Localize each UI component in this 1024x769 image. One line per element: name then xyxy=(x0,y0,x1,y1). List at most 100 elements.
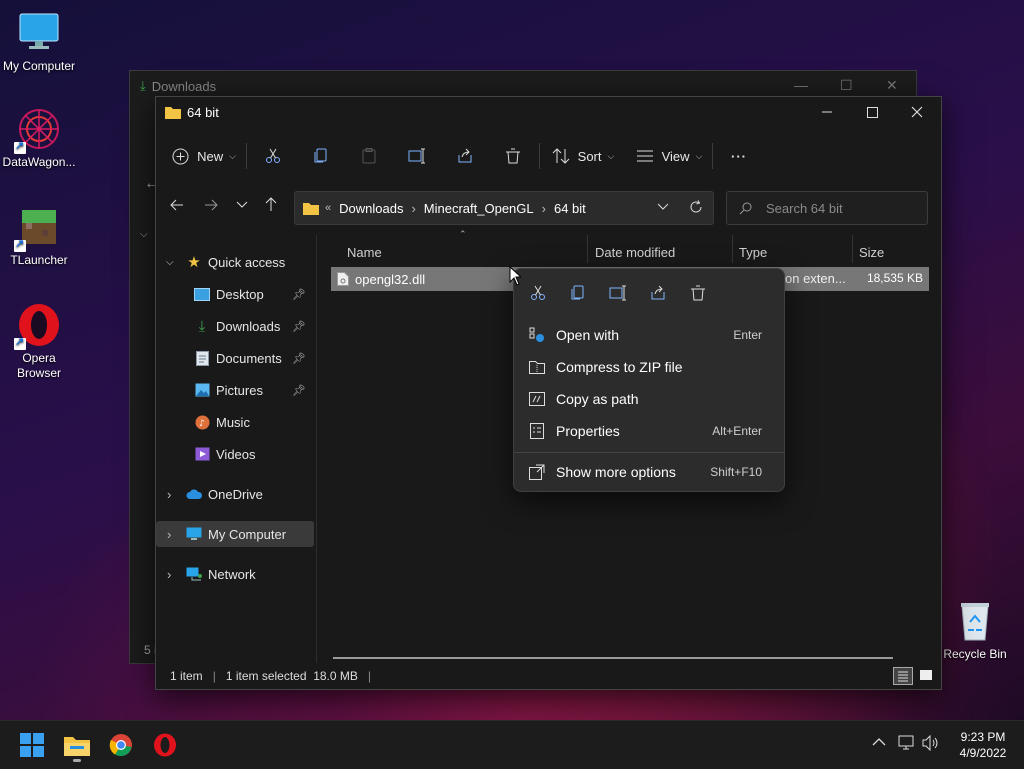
nav-item-label: Pictures xyxy=(216,382,263,398)
search-box[interactable]: Search 64 bit xyxy=(726,191,928,225)
recycle-bin-icon xyxy=(952,598,998,644)
nav-onedrive[interactable]: › OneDrive xyxy=(156,481,314,507)
datawagon-icon xyxy=(14,106,62,154)
column-divider[interactable] xyxy=(852,235,853,263)
windows-logo-icon xyxy=(20,733,44,757)
nav-item-downloads[interactable]: ⤓ Downloads 📌︎ xyxy=(156,313,314,339)
forward-button[interactable] xyxy=(204,198,218,212)
clock[interactable]: 9:23 PM 4/9/2022 xyxy=(948,729,1018,761)
recent-locations-button[interactable] xyxy=(236,200,248,210)
desktop-icon-my-computer[interactable]: My Computer xyxy=(0,10,78,73)
column-header-name[interactable]: Name xyxy=(347,239,382,265)
rename-button[interactable] xyxy=(399,140,435,172)
nav-item-music[interactable]: ♪ Music xyxy=(156,409,314,435)
copy-icon[interactable] xyxy=(566,281,590,305)
column-header-date[interactable]: Date modified xyxy=(595,239,675,265)
nav-item-label: Downloads xyxy=(216,318,281,334)
nav-network-label: Network xyxy=(208,566,256,582)
nav-item-desktop[interactable]: Desktop 📌︎ xyxy=(156,281,314,307)
new-button[interactable]: New ⌵ xyxy=(170,140,238,172)
copy-button[interactable] xyxy=(303,140,339,172)
volume-icon[interactable] xyxy=(922,735,940,751)
videos-icon xyxy=(194,446,210,462)
menu-item-properties[interactable]: Properties Alt+Enter xyxy=(520,416,778,446)
new-label: New xyxy=(197,148,224,164)
sort-button[interactable]: Sort ⌵ xyxy=(548,140,618,172)
trash-icon[interactable] xyxy=(686,281,710,305)
download-icon: ⤓ xyxy=(198,317,206,335)
nav-item-label: Videos xyxy=(216,446,256,462)
paste-button[interactable] xyxy=(351,140,387,172)
view-button[interactable]: View ⌵ xyxy=(634,140,704,172)
column-divider[interactable] xyxy=(587,235,588,263)
maximize-icon[interactable]: ☐ xyxy=(840,77,853,94)
nav-network[interactable]: › Network xyxy=(156,561,314,587)
minimize-button[interactable] xyxy=(804,97,850,127)
close-icon[interactable]: ✕ xyxy=(886,77,898,94)
menu-item-label: Compress to ZIP file xyxy=(556,359,683,375)
search-placeholder: Search 64 bit xyxy=(766,200,843,216)
menu-item-shortcut: Shift+F10 xyxy=(710,465,762,479)
minimize-icon[interactable]: — xyxy=(794,77,808,93)
document-icon xyxy=(194,350,210,366)
sort-ascending-icon: ⌃ xyxy=(459,229,467,239)
nav-my-computer-label: My Computer xyxy=(208,526,287,542)
taskbar-chrome[interactable] xyxy=(105,729,137,761)
nav-quick-access[interactable]: ⌵ ★ Quick access xyxy=(156,249,314,275)
close-button[interactable] xyxy=(894,97,940,127)
chevron-down-icon[interactable]: ⌵ xyxy=(140,229,148,240)
refresh-button[interactable] xyxy=(689,200,703,214)
rename-icon[interactable] xyxy=(606,281,630,305)
breadcrumb-64-bit[interactable]: 64 bit xyxy=(554,201,586,216)
toolbar-divider xyxy=(246,143,247,169)
column-header-size[interactable]: Size xyxy=(859,239,884,265)
column-divider[interactable] xyxy=(732,235,733,263)
nav-item-videos[interactable]: Videos xyxy=(156,441,314,467)
delete-button[interactable] xyxy=(495,140,531,172)
up-button[interactable] xyxy=(264,197,278,212)
more-icon: ··· xyxy=(731,148,747,164)
menu-item-copy-as-path[interactable]: Copy as path xyxy=(520,384,778,414)
desktop-icon-recycle-bin[interactable]: Recycle Bin xyxy=(936,598,1014,661)
chevron-right-icon: › xyxy=(541,200,546,216)
taskbar-opera[interactable] xyxy=(149,729,181,761)
maximize-button[interactable] xyxy=(849,97,895,127)
address-dropdown-button[interactable] xyxy=(657,202,669,212)
back-button[interactable] xyxy=(170,198,184,212)
properties-icon xyxy=(528,422,546,440)
nav-item-documents[interactable]: Documents 📌︎ xyxy=(156,345,314,371)
nav-my-computer[interactable]: › My Computer xyxy=(156,521,314,547)
column-size-label: Size xyxy=(859,244,885,260)
rename-icon xyxy=(408,148,426,164)
copy-path-icon xyxy=(528,390,546,408)
taskbar-file-explorer[interactable] xyxy=(61,729,93,762)
large-icons-view-button[interactable] xyxy=(917,667,935,683)
cut-icon[interactable] xyxy=(526,281,550,305)
taskbar: 9:23 PM 4/9/2022 xyxy=(0,720,1024,769)
share-button[interactable] xyxy=(447,140,483,172)
menu-item-compress-zip[interactable]: Compress to ZIP file xyxy=(520,352,778,382)
desktop-icon-datawagon[interactable]: DataWagon... xyxy=(0,106,78,169)
menu-item-open-with[interactable]: Open with Enter xyxy=(520,320,778,350)
start-button[interactable] xyxy=(16,729,48,761)
see-more-button[interactable]: ··· xyxy=(721,140,757,172)
menu-item-show-more-options[interactable]: Show more options Shift+F10 xyxy=(520,457,778,487)
horizontal-scrollbar[interactable] xyxy=(333,657,893,659)
breadcrumb-minecraft-opengl[interactable]: Minecraft_OpenGL xyxy=(424,201,534,216)
desktop-icon-opera[interactable]: Opera Browser xyxy=(0,302,78,381)
network-status-icon[interactable] xyxy=(898,735,916,751)
desktop-icon-tlauncher[interactable]: TLauncher xyxy=(0,204,78,267)
search-icon xyxy=(739,202,752,215)
address-row: « Downloads › Minecraft_OpenGL › 64 bit … xyxy=(156,191,941,225)
cut-button[interactable] xyxy=(255,140,291,172)
breadcrumb-overflow[interactable]: « xyxy=(325,202,331,214)
breadcrumb-downloads[interactable]: Downloads xyxy=(339,201,403,216)
address-bar[interactable]: « Downloads › Minecraft_OpenGL › 64 bit xyxy=(294,191,714,225)
details-view-button[interactable] xyxy=(893,667,913,685)
column-header-type[interactable]: Type xyxy=(739,239,767,265)
file-name: opengl32.dll xyxy=(355,271,426,287)
share-icon[interactable] xyxy=(646,281,670,305)
show-hidden-icons-button[interactable] xyxy=(872,737,886,747)
view-list-icon xyxy=(636,149,654,163)
nav-item-pictures[interactable]: Pictures 📌︎ xyxy=(156,377,314,403)
